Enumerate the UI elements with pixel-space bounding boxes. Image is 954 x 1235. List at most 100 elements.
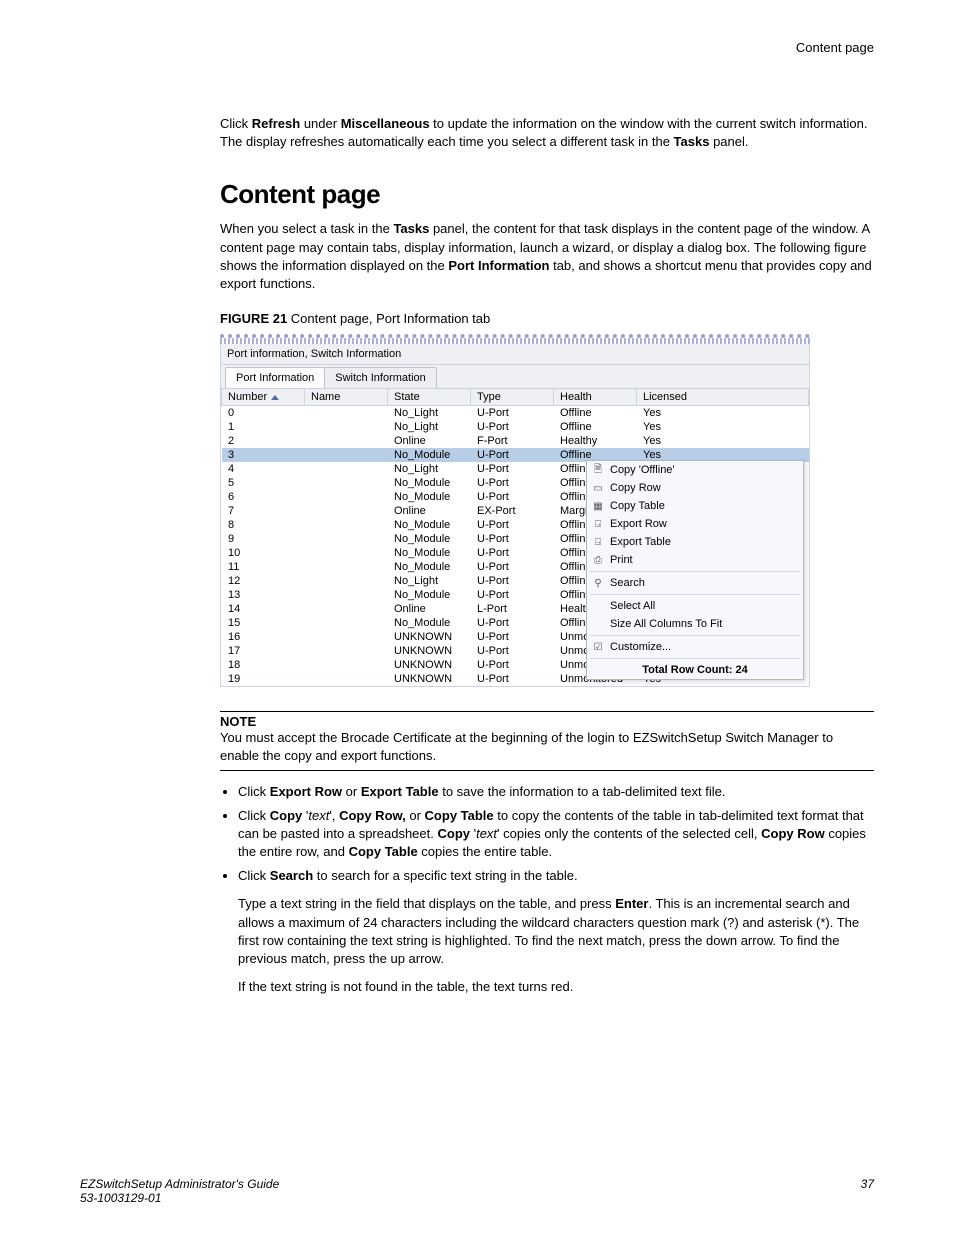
- cell: No_Light: [388, 462, 471, 476]
- menu-item-label: Export Table: [610, 536, 671, 548]
- sub-paragraph: Type a text string in the field that dis…: [238, 895, 874, 968]
- table-row[interactable]: 0No_LightU-PortOfflineYes: [222, 406, 809, 421]
- cell: [305, 574, 388, 588]
- cell: U-Port: [471, 672, 554, 686]
- cell: 6: [222, 490, 305, 504]
- col-header-licensed[interactable]: Licensed: [637, 389, 809, 406]
- cell: U-Port: [471, 574, 554, 588]
- col-header-number[interactable]: Number: [222, 389, 305, 406]
- cell: 18: [222, 658, 305, 672]
- body-paragraph: When you select a task in the Tasks pane…: [220, 220, 874, 293]
- menu-item[interactable]: ▦Copy Table: [587, 497, 803, 515]
- page-number: 37: [861, 1177, 874, 1205]
- bullet-list: Click Export Row or Export Table to save…: [220, 783, 874, 886]
- page-footer: EZSwitchSetup Administrator's Guide 53-1…: [80, 1177, 874, 1205]
- menu-item[interactable]: Size All Columns To Fit: [587, 615, 803, 633]
- cell: 11: [222, 560, 305, 574]
- cell: [305, 630, 388, 644]
- data-grid: Number Name State Type Health Licensed 0…: [221, 388, 809, 686]
- cell: Online: [388, 602, 471, 616]
- cell: No_Module: [388, 546, 471, 560]
- cell: [305, 490, 388, 504]
- menu-item-label: Customize...: [610, 641, 671, 653]
- cell: U-Port: [471, 462, 554, 476]
- menu-item[interactable]: ▭Copy Row: [587, 479, 803, 497]
- col-header-type[interactable]: Type: [471, 389, 554, 406]
- cell: [305, 518, 388, 532]
- menu-item[interactable]: ☑ Customize...: [587, 638, 803, 656]
- menu-item[interactable]: ⚲Search: [587, 574, 803, 592]
- figure-port-info: Port information, Switch Information Por…: [220, 334, 810, 687]
- custom-icon: ☑: [590, 641, 606, 653]
- cell: [305, 406, 388, 421]
- col-header-health[interactable]: Health: [554, 389, 637, 406]
- table-row[interactable]: 1No_LightU-PortOfflineYes: [222, 420, 809, 434]
- cell: No_Light: [388, 574, 471, 588]
- figure-caption: FIGURE 21 Content page, Port Information…: [220, 311, 874, 326]
- cell: 9: [222, 532, 305, 546]
- cell: 17: [222, 644, 305, 658]
- cell: [305, 588, 388, 602]
- menu-item[interactable]: Select All: [587, 597, 803, 615]
- section-heading: Content page: [220, 179, 874, 210]
- cell: UNKNOWN: [388, 630, 471, 644]
- cell: Offline: [554, 420, 637, 434]
- cell: No_Module: [388, 490, 471, 504]
- sort-asc-icon: [271, 395, 279, 400]
- cell: F-Port: [471, 434, 554, 448]
- cell: 3: [222, 448, 305, 462]
- cell: U-Port: [471, 546, 554, 560]
- note-label: NOTE: [220, 714, 874, 729]
- cell: 12: [222, 574, 305, 588]
- cell: No_Module: [388, 616, 471, 630]
- cell: [305, 448, 388, 462]
- cell: [305, 504, 388, 518]
- cell: U-Port: [471, 448, 554, 462]
- cell: L-Port: [471, 602, 554, 616]
- menu-item[interactable]: ⍈Export Table: [587, 533, 803, 551]
- search-icon: ⚲: [590, 577, 606, 589]
- footer-docnum: 53-1003129-01: [80, 1191, 279, 1205]
- cell: UNKNOWN: [388, 672, 471, 686]
- menu-item-label: Select All: [610, 600, 655, 612]
- menu-item-label: Size All Columns To Fit: [610, 618, 722, 630]
- table-row[interactable]: 2OnlineF-PortHealthyYes: [222, 434, 809, 448]
- cell: No_Light: [388, 420, 471, 434]
- cell: 19: [222, 672, 305, 686]
- cell: 16: [222, 630, 305, 644]
- cell: U-Port: [471, 532, 554, 546]
- cell: 1: [222, 420, 305, 434]
- note-text: You must accept the Brocade Certificate …: [220, 729, 874, 765]
- print-icon: ⎙: [590, 554, 606, 566]
- cell: No_Module: [388, 476, 471, 490]
- cell: No_Module: [388, 518, 471, 532]
- menu-item[interactable]: 🗎Copy 'Offline': [587, 461, 803, 479]
- cell: 8: [222, 518, 305, 532]
- cell: U-Port: [471, 588, 554, 602]
- col-header-state[interactable]: State: [388, 389, 471, 406]
- tab-port-information[interactable]: Port Information: [225, 367, 325, 388]
- menu-separator: [590, 635, 800, 636]
- cell: [305, 672, 388, 686]
- cell: 2: [222, 434, 305, 448]
- menu-separator: [590, 658, 800, 659]
- cell: Online: [388, 504, 471, 518]
- sub-paragraph-2: If the text string is not found in the t…: [238, 978, 874, 996]
- menu-separator: [590, 594, 800, 595]
- cell: 15: [222, 616, 305, 630]
- cell: No_Module: [388, 588, 471, 602]
- export-row-icon: ⍈: [590, 518, 606, 530]
- running-head: Content page: [80, 40, 874, 55]
- tab-switch-information[interactable]: Switch Information: [324, 367, 436, 388]
- menu-item[interactable]: ⎙Print: [587, 551, 803, 569]
- cell: [305, 420, 388, 434]
- cell: [305, 616, 388, 630]
- menu-separator: [590, 571, 800, 572]
- cell: U-Port: [471, 518, 554, 532]
- menu-item[interactable]: ⍈Export Row: [587, 515, 803, 533]
- cell: No_Module: [388, 448, 471, 462]
- cell: Yes: [637, 406, 809, 421]
- col-header-name[interactable]: Name: [305, 389, 388, 406]
- context-menu: 🗎Copy 'Offline'▭Copy Row▦Copy Table⍈Expo…: [586, 460, 804, 680]
- file-icon: 🗎: [590, 464, 606, 476]
